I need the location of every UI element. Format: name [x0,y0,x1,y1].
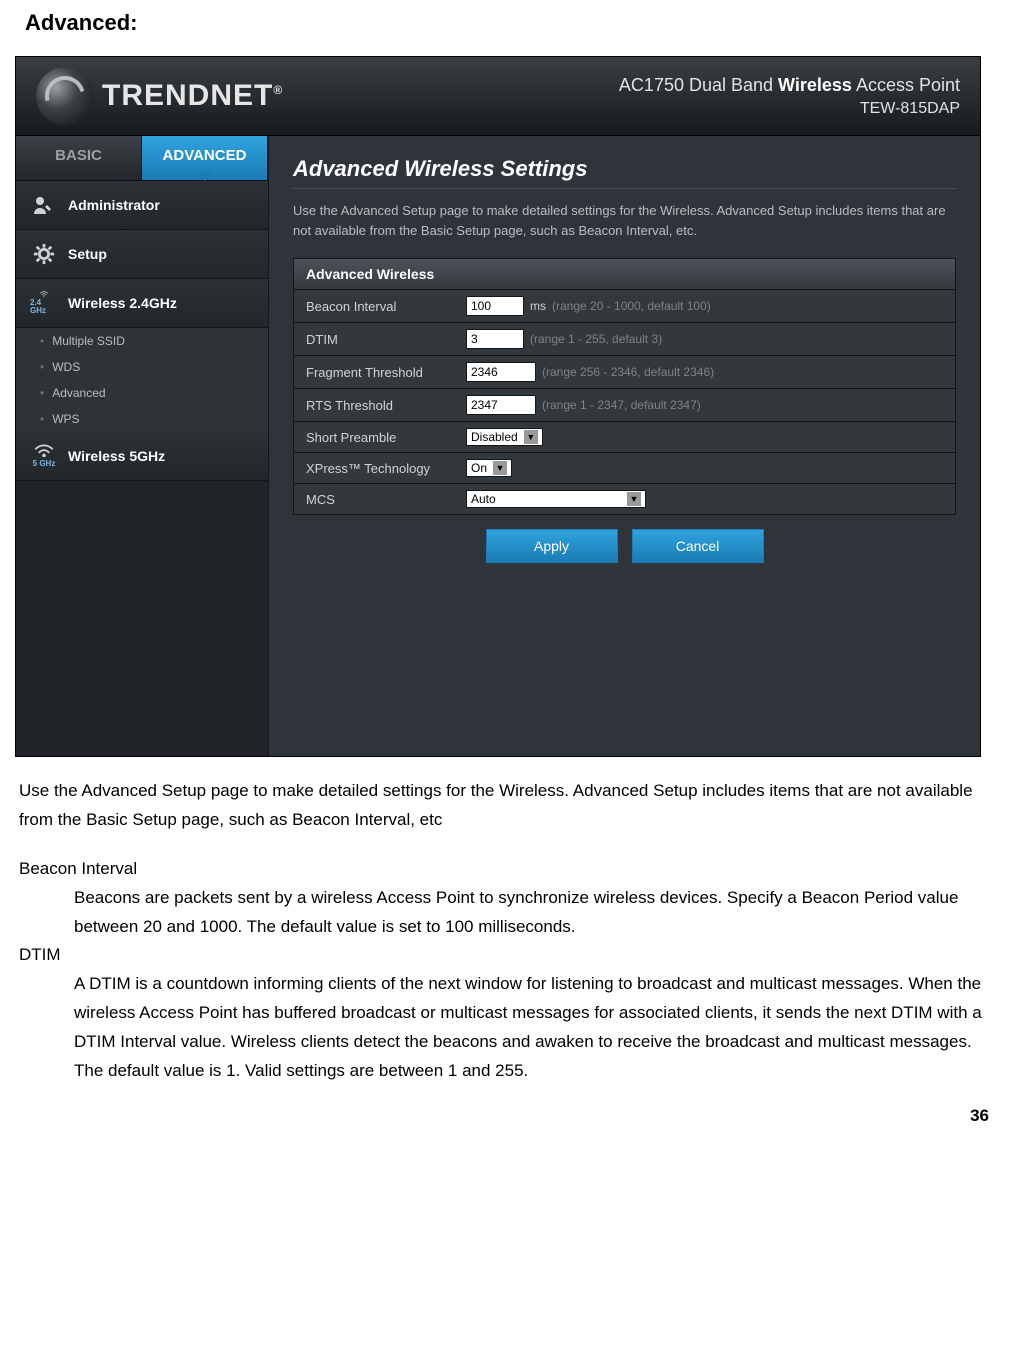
logo-swirl-icon [36,67,94,125]
sidebar-item-wireless5[interactable]: 5 GHz Wireless 5GHz [16,432,268,481]
tab-basic[interactable]: BASIC [16,136,142,180]
row-label: RTS Threshold [306,398,466,413]
sidebar-tabs: BASIC ADVANCED [16,136,268,181]
band-label-24: 2.4 GHz [30,299,58,315]
doc-term-beacon: Beacon Interval [19,855,991,884]
settings-box: Advanced Wireless Beacon Interval ms (ra… [293,258,956,515]
sidebar-submenu-wireless24: Multiple SSID WDS Advanced WPS [16,328,268,432]
settings-box-title: Advanced Wireless [294,259,955,289]
sidebar-item-label: Wireless 5GHz [68,448,165,464]
sidebar-item-administrator[interactable]: Administrator [16,181,268,230]
beacon-hint: (range 20 - 1000, default 100) [552,299,711,313]
fragment-threshold-input[interactable] [466,362,536,382]
sidebar-sub-advanced[interactable]: Advanced [16,380,268,406]
beacon-interval-input[interactable] [466,296,524,316]
sidebar-item-wireless24[interactable]: 2.4 GHz Wireless 2.4GHz [16,279,268,328]
apply-button[interactable]: Apply [486,529,618,563]
sidebar-item-label: Wireless 2.4GHz [68,295,177,311]
logo-text: TRENDNET® [102,79,283,113]
row-label: DTIM [306,332,466,347]
sidebar-sub-multiple-ssid[interactable]: Multiple SSID [16,328,268,354]
sidebar-item-setup[interactable]: Setup [16,230,268,279]
dtim-input[interactable] [466,329,524,349]
row-label: Short Preamble [306,430,466,445]
cancel-button[interactable]: Cancel [632,529,764,563]
router-body: BASIC ADVANCED Administrator Setup 2.4 G… [16,136,980,756]
sidebar-sub-wds[interactable]: WDS [16,354,268,380]
row-rts-threshold: RTS Threshold (range 1 - 2347, default 2… [294,388,955,421]
row-label: MCS [306,492,466,507]
rts-hint: (range 1 - 2347, default 2347) [542,398,701,412]
row-xpress-technology: XPress™ Technology On ▼ [294,452,955,483]
tab-advanced[interactable]: ADVANCED [142,136,268,180]
sidebar-item-label: Administrator [68,197,160,213]
logo-text-label: TRENDNET [102,79,273,112]
row-beacon-interval: Beacon Interval ms (range 20 - 1000, def… [294,289,955,322]
select-value: Auto [471,492,496,506]
wifi-5-icon: 5 GHz [30,444,58,468]
row-fragment-threshold: Fragment Threshold (range 256 - 2346, de… [294,355,955,388]
row-label: Beacon Interval [306,299,466,314]
logo-block: TRENDNET® [36,67,283,125]
fragment-hint: (range 256 - 2346, default 2346) [542,365,714,379]
row-dtim: DTIM (range 1 - 255, default 3) [294,322,955,355]
header-right: AC1750 Dual Band Wireless Access Point T… [619,75,960,118]
doc-def-dtim: A DTIM is a countdown informing clients … [74,970,991,1086]
row-mcs: MCS Auto ▼ [294,483,955,514]
page-intro: Use the Advanced Setup page to make deta… [293,201,956,240]
wifi-24-icon: 2.4 GHz [30,291,58,315]
product-wireless: Wireless [778,75,852,95]
registered-icon: ® [273,83,283,97]
select-value: Disabled [471,430,518,444]
chevron-down-icon: ▼ [524,430,538,444]
band-label-5: 5 GHz [33,460,56,468]
section-title: Advanced: [25,10,995,36]
select-value: On [471,461,487,475]
row-label: Fragment Threshold [306,365,466,380]
button-row: Apply Cancel [293,529,956,563]
row-label: XPress™ Technology [306,461,466,476]
rts-threshold-input[interactable] [466,395,536,415]
product-prefix: AC1750 Dual Band [619,75,773,95]
doc-body: Use the Advanced Setup page to make deta… [19,777,991,1086]
product-line: AC1750 Dual Band Wireless Access Point [619,75,960,96]
doc-intro: Use the Advanced Setup page to make deta… [19,777,991,835]
chevron-down-icon: ▼ [493,461,507,475]
gear-icon [30,242,58,266]
chevron-down-icon: ▼ [627,492,641,506]
product-suffix: Access Point [852,75,960,95]
xpress-select[interactable]: On ▼ [466,459,512,477]
row-short-preamble: Short Preamble Disabled ▼ [294,421,955,452]
router-header: TRENDNET® AC1750 Dual Band Wireless Acce… [16,57,980,136]
sidebar: BASIC ADVANCED Administrator Setup 2.4 G… [16,136,269,756]
mcs-select[interactable]: Auto ▼ [466,490,646,508]
page-number: 36 [21,1106,989,1126]
sidebar-sub-wps[interactable]: WPS [16,406,268,432]
main-panel: Advanced Wireless Settings Use the Advan… [269,136,980,756]
page-title: Advanced Wireless Settings [293,156,956,189]
doc-term-dtim: DTIM [19,941,991,970]
administrator-icon [30,193,58,217]
short-preamble-select[interactable]: Disabled ▼ [466,428,543,446]
router-screenshot: TRENDNET® AC1750 Dual Band Wireless Acce… [15,56,981,757]
beacon-unit: ms [530,299,546,313]
sidebar-item-label: Setup [68,246,107,262]
product-model: TEW-815DAP [619,100,960,118]
doc-def-beacon: Beacons are packets sent by a wireless A… [74,884,991,942]
dtim-hint: (range 1 - 255, default 3) [530,332,662,346]
